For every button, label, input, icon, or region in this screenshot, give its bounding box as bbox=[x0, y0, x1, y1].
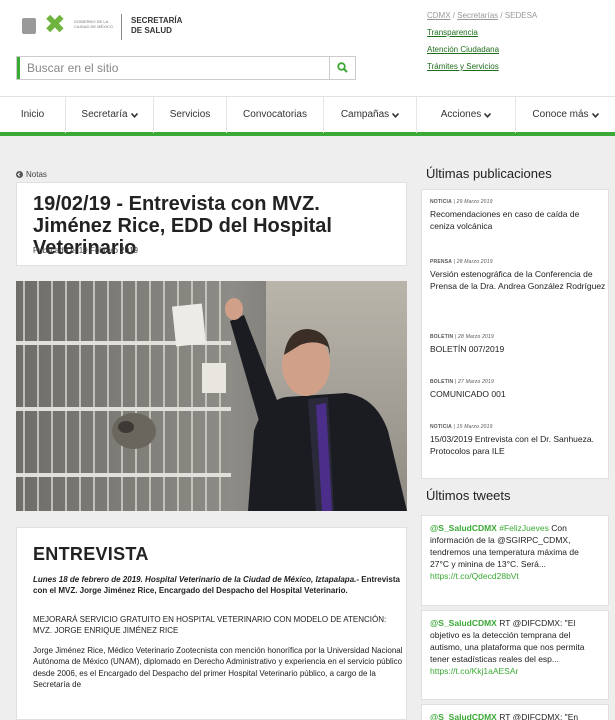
logo-ss-line2: DE SALUD bbox=[131, 26, 172, 35]
article-lead: Lunes 18 de febrero de 2019. Hospital Ve… bbox=[33, 574, 403, 596]
breadcrumb: CDMX / Secretarías / SEDESA bbox=[427, 11, 537, 21]
vet-hospital-photo bbox=[16, 281, 407, 511]
publication-title: 15/03/2019 Entrevista con el Dr. Sanhuez… bbox=[430, 434, 594, 456]
publication-title: Versión estenográfica de la Conferencia … bbox=[430, 269, 606, 291]
publication-type: BOLETIN bbox=[430, 379, 454, 385]
publication-title: Recomendaciones en caso de caída de ceni… bbox=[430, 209, 580, 231]
tweet-link[interactable]: https://t.co/Kkj1aAESAr bbox=[430, 665, 600, 677]
article-photo bbox=[16, 281, 407, 511]
publication-item[interactable]: PRENSA | 28 Marzo 2019 Versión estenográ… bbox=[430, 259, 606, 292]
latest-publications-list: NOTICIA | 29 Marzo 2019 Recomendaciones … bbox=[421, 189, 609, 479]
main-nav: Inicio Secretaría Servicios Convocatoria… bbox=[0, 96, 615, 136]
publication-type: NOTICIA bbox=[430, 199, 452, 205]
chevron-down-icon bbox=[392, 112, 400, 118]
search-icon bbox=[337, 62, 348, 73]
search-accent-bar bbox=[17, 57, 20, 79]
nav-item-conoce-mas[interactable]: Conoce más bbox=[516, 97, 615, 133]
publication-item[interactable]: BOLETIN | 28 Marzo 2019 BOLETÍN 007/2019 bbox=[430, 334, 606, 355]
link-transparencia[interactable]: Transparencia bbox=[427, 28, 537, 38]
search-box bbox=[16, 56, 356, 80]
tweet-card: @S_SaludCDMX #FelizJueves Con informació… bbox=[421, 515, 609, 606]
breadcrumb-secretarias[interactable]: Secretarías bbox=[457, 11, 498, 20]
breadcrumb-cdmx[interactable]: CDMX bbox=[427, 11, 451, 20]
nav-label: Acciones bbox=[440, 109, 482, 120]
tweet-handle[interactable]: @S_SaludCDMX bbox=[430, 712, 497, 720]
publication-meta: NOTICIA | 15 Marzo 2019 bbox=[430, 424, 493, 430]
publication-title: BOLETÍN 007/2019 bbox=[430, 344, 505, 354]
nav-label: Conoce más bbox=[532, 109, 589, 120]
tweet-handle[interactable]: @S_SaludCDMX bbox=[430, 523, 497, 533]
header-links: Transparencia Atención Ciudadana Trámite… bbox=[427, 28, 537, 72]
tweet-card: @S_SaludCDMX RT @DIFCDMX: "El objetivo e… bbox=[421, 610, 609, 700]
utility-links: CDMX / Secretarías / SEDESA Transparenci… bbox=[427, 11, 537, 72]
breadcrumb-sep: / bbox=[498, 11, 505, 20]
chevron-down-icon bbox=[591, 112, 599, 118]
nav-item-acciones[interactable]: Acciones bbox=[417, 97, 516, 133]
tweet-handle[interactable]: @S_SaludCDMX bbox=[430, 618, 497, 628]
cdmx-shield-icon bbox=[22, 18, 36, 34]
tweet-card: @S_SaludCDMX RT @DIFCDMX: "En bbox=[421, 704, 609, 720]
nav-label: Secretaría bbox=[81, 109, 128, 120]
logo-divider bbox=[121, 14, 122, 40]
section-link-notas[interactable]: Notas bbox=[16, 170, 47, 179]
publication-date: 27 Marzo 2019 bbox=[458, 379, 494, 385]
publication-type: BOLETIN bbox=[430, 334, 454, 340]
latest-publications-heading: Últimas publicaciones bbox=[426, 166, 552, 181]
tweet-text: RT @DIFCDMX: "En bbox=[496, 712, 579, 720]
article-body: ENTREVISTA Lunes 18 de febrero de 2019. … bbox=[16, 527, 407, 720]
publication-type: NOTICIA bbox=[430, 424, 452, 430]
published-date: Publicado el 19 Febrero 2019 bbox=[33, 246, 138, 255]
article-header: 19/02/19 - Entrevista con MVZ. Jiménez R… bbox=[16, 182, 407, 266]
nav-label: Inicio bbox=[20, 109, 45, 120]
nav-item-convocatorias[interactable]: Convocatorias bbox=[227, 97, 324, 133]
publication-date: 28 Marzo 2019 bbox=[456, 259, 493, 265]
publication-item[interactable]: BOLETIN | 27 Marzo 2019 COMUNICADO 001 bbox=[430, 379, 606, 400]
publication-type: PRENSA bbox=[430, 259, 453, 265]
latest-tweets-heading: Últimos tweets bbox=[426, 488, 511, 503]
publication-meta: BOLETIN | 28 Marzo 2019 bbox=[430, 334, 494, 340]
tweet-hashtag[interactable]: #FelizJueves bbox=[499, 523, 549, 533]
nav-item-secretaria[interactable]: Secretaría bbox=[66, 97, 154, 133]
nav-label: Campañas bbox=[340, 109, 390, 120]
publication-meta: BOLETIN | 27 Marzo 2019 bbox=[430, 379, 494, 385]
article-lead-dateline: Lunes 18 de febrero de 2019. Hospital Ve… bbox=[33, 575, 357, 584]
logo-ss-line1: SECRETARÍA bbox=[131, 16, 183, 25]
logo-gobierno-text: GOBIERNO DE LA CIUDAD DE MÉXICO bbox=[74, 19, 113, 29]
chevron-down-icon bbox=[130, 112, 138, 118]
publication-meta: NOTICIA | 29 Marzo 2019 bbox=[430, 199, 493, 205]
publication-date: 15 Marzo 2019 bbox=[456, 424, 493, 430]
link-atencion-ciudadana[interactable]: Atención Ciudadana bbox=[427, 45, 537, 55]
cdmx-logo-icon[interactable]: ✖ bbox=[44, 12, 70, 38]
search-button[interactable] bbox=[329, 57, 355, 79]
tweet-link[interactable]: https://t.co/Qdecd28bVt bbox=[430, 570, 600, 582]
nav-item-servicios[interactable]: Servicios bbox=[154, 97, 227, 133]
article-heading: ENTREVISTA bbox=[33, 544, 149, 564]
search-input[interactable] bbox=[27, 59, 327, 77]
publication-date: 28 Marzo 2019 bbox=[458, 334, 494, 340]
publication-item[interactable]: NOTICIA | 15 Marzo 2019 15/03/2019 Entre… bbox=[430, 424, 606, 457]
site-header: ✖ GOBIERNO DE LA CIUDAD DE MÉXICO SECRET… bbox=[0, 0, 615, 96]
section-label: Notas bbox=[26, 170, 47, 179]
breadcrumb-sedesa: SEDESA bbox=[504, 11, 538, 20]
publication-date: 29 Marzo 2019 bbox=[456, 199, 493, 205]
secretaria-salud-logo[interactable]: SECRETARÍA DE SALUD bbox=[131, 16, 182, 36]
latest-tweets-list: @S_SaludCDMX #FelizJueves Con informació… bbox=[421, 515, 609, 720]
link-tramites-servicios[interactable]: Trámites y Servicios bbox=[427, 62, 537, 72]
nav-label: Servicios bbox=[169, 109, 211, 120]
publication-item[interactable]: NOTICIA | 29 Marzo 2019 Recomendaciones … bbox=[430, 199, 606, 232]
chevron-down-icon bbox=[484, 112, 492, 118]
nav-label: Convocatorias bbox=[243, 109, 307, 120]
nav-item-inicio[interactable]: Inicio bbox=[0, 97, 66, 133]
publication-title: COMUNICADO 001 bbox=[430, 389, 506, 399]
article-subheading: MEJORARÁ SERVICIO GRATUITO EN HOSPITAL V… bbox=[33, 615, 387, 635]
nav-item-campanas[interactable]: Campañas bbox=[324, 97, 417, 133]
back-circle-icon bbox=[16, 171, 23, 178]
publication-meta: PRENSA | 28 Marzo 2019 bbox=[430, 259, 493, 265]
article-paragraph: Jorge Jiménez Rice, Médico Veterinario Z… bbox=[33, 646, 403, 690]
